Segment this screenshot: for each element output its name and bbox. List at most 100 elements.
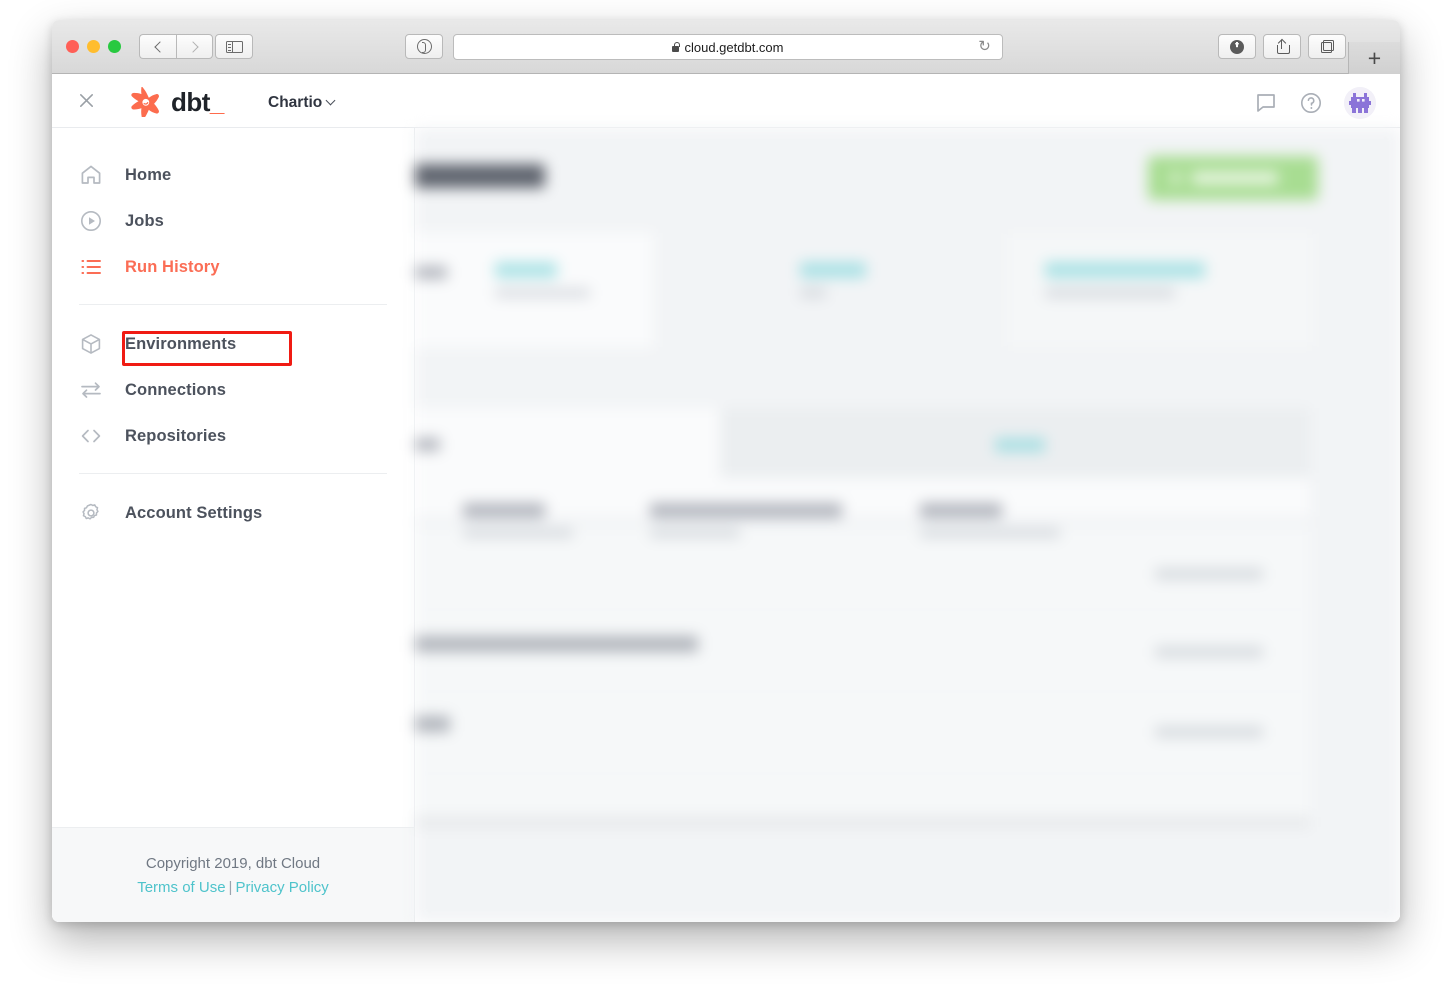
metric-label-blur [650,528,740,538]
avatar[interactable] [1344,87,1376,119]
tab-overview-icon [1320,40,1334,53]
sidebar-toggle-icon [225,40,243,53]
home-icon [79,163,103,187]
browser-toolbar: cloud.getdbt.com ↻ + [52,20,1400,75]
metric-label-blur [920,528,1060,538]
share-button[interactable] [1263,34,1301,59]
link-value-blur [800,262,866,278]
play-icon [1172,170,1183,186]
sidebar-item-label: Account Settings [125,503,263,522]
sidebar-footer: Copyright 2019, dbt Cloud Terms of Use | P… [52,827,414,922]
url-text-wrapper: cloud.getdbt.com [672,39,784,55]
sidebar-item-account-settings[interactable]: Account Settings [52,490,414,536]
copyright-text: Copyright 2019, dbt Cloud [145,854,321,872]
sidebar-item-label: Run History [125,257,220,276]
address-bar[interactable]: cloud.getdbt.com ↻ [453,34,1003,60]
sidebar-item-environments[interactable]: Environments [52,321,414,367]
legal-separator: | [228,878,233,896]
sub-label-blur [800,288,826,298]
list-icon [79,255,103,279]
browser-window: cloud.getdbt.com ↻ + dbt_ Chartio Home J… [52,20,1400,922]
row-action-blur [1155,568,1263,580]
chevron-right-icon [187,40,199,53]
sidebar-toggle-button[interactable] [215,34,253,59]
browser-nav-buttons [139,34,213,59]
terms-of-use-link[interactable]: Terms of Use [137,879,225,896]
gear-icon [79,501,103,525]
reader-view-button[interactable] [405,34,443,59]
code-brackets-icon [79,424,103,448]
sidebar-item-jobs[interactable]: Jobs [52,198,414,244]
reader-view-icon [416,39,432,54]
sidebar-divider [79,304,387,305]
organization-selector[interactable]: Chartio [268,94,336,112]
reload-icon[interactable]: ↻ [977,39,992,54]
sidebar-item-connections[interactable]: Connections [52,367,414,413]
main-content-blurred [415,128,1400,922]
close-window-button[interactable] [66,40,79,53]
list-footer-blur [415,816,1310,828]
field-label-blur [415,266,447,279]
sidebar-item-label: Jobs [125,211,164,230]
play-circle-icon [79,209,103,233]
scrollbar-track[interactable] [1389,128,1400,922]
help-circle-icon[interactable] [1299,91,1323,115]
sidebar-item-label: Repositories [125,426,227,445]
sidebar-item-label: Home [125,165,172,184]
summary-card [655,231,1005,349]
chevron-left-icon [153,40,166,53]
metric-label-blur [463,528,573,538]
app-header: dbt_ Chartio [52,74,1400,128]
toolbar-right-buttons [1218,34,1346,59]
strip-label-blur [415,438,440,451]
sidebar-item-label: Connections [125,380,227,399]
tab-overview-button[interactable] [1308,34,1346,59]
run-now-button-blur[interactable] [1148,156,1318,200]
sub-label-blur [495,288,590,298]
downloads-button[interactable] [1218,34,1256,59]
lock-icon [672,41,681,52]
dbt-logo-icon [130,85,162,118]
privacy-policy-link[interactable]: Privacy Policy [235,879,328,896]
page-title-blur [415,164,545,188]
link-value-blur [495,262,557,278]
share-icon [1276,38,1290,54]
row-title-blur [415,716,450,732]
chat-bubble-icon[interactable] [1254,91,1278,115]
legal-links: Terms of Use | Privacy Policy [137,879,329,896]
metric-value-blur [650,503,842,518]
app-body: Home Jobs Run History Environments Conne… [52,128,1400,922]
url-text: cloud.getdbt.com [684,39,784,55]
sidebar-item-home[interactable]: Home [52,152,414,198]
maximize-window-button[interactable] [108,40,121,53]
sidebar-item-run-history[interactable]: Run History [52,244,414,290]
brand-wordmark: dbt_ [171,87,224,117]
dbt-cloud-app: dbt_ Chartio Home Jobs Run History Envir… [52,74,1400,922]
link-value-blur [1045,262,1205,278]
sidebar-divider-2 [79,473,387,474]
row-action-blur [1155,726,1263,738]
row-action-blur [1155,646,1263,658]
desktop-background: cloud.getdbt.com ↻ + dbt_ Chartio Home J… [0,0,1447,995]
window-controls[interactable] [66,40,121,53]
download-icon [1230,39,1244,54]
new-tab-button[interactable]: + [1348,42,1400,75]
cube-icon [79,332,103,356]
forward-button[interactable] [176,34,213,59]
transfer-icon [79,378,103,402]
strip-link-blur [995,438,1045,452]
minimize-window-button[interactable] [87,40,100,53]
metric-value-blur [920,503,1002,518]
back-button[interactable] [139,34,176,59]
close-icon[interactable] [77,91,96,110]
sidebar: Home Jobs Run History Environments Conne… [52,128,415,922]
metric-value-blur [463,503,545,518]
organization-name: Chartio [268,94,323,111]
run-now-label-blur [1192,172,1278,184]
sidebar-item-label: Environments [125,334,237,353]
sidebar-item-repositories[interactable]: Repositories [52,413,414,459]
row-title-blur [415,636,698,652]
chevron-down-icon [325,95,336,105]
sub-label-blur [1045,288,1175,298]
brand-logo[interactable]: dbt_ [130,85,224,118]
